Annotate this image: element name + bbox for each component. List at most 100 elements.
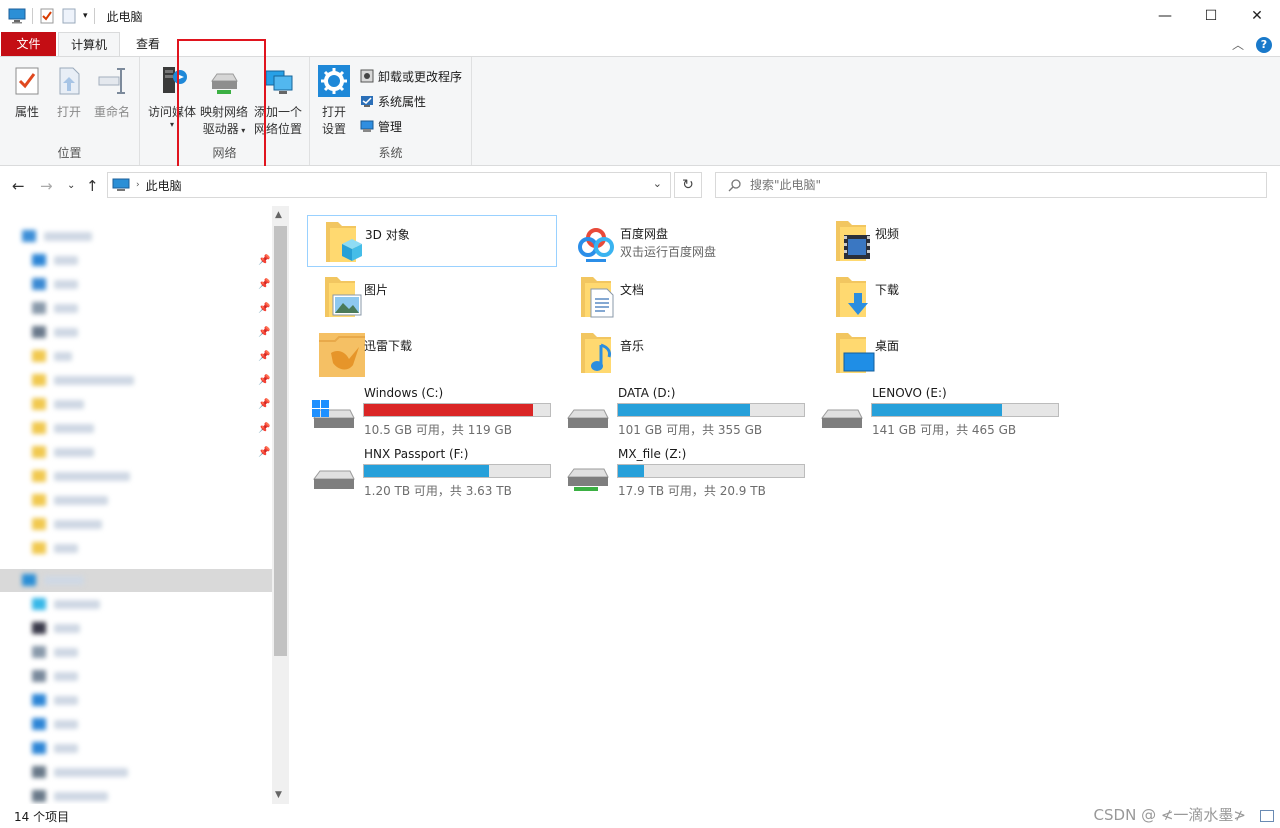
- nav-item[interactable]: [32, 441, 94, 463]
- nav-item[interactable]: [32, 537, 78, 559]
- content-area: 3D 对象 百度网盘 双击运行百度网盘 视频 图片 文档 下载 迅雷下载 音乐 …: [300, 206, 1280, 804]
- folder-desktop[interactable]: 桌面: [818, 327, 1068, 379]
- search-box[interactable]: [715, 172, 1267, 198]
- nav-item[interactable]: [32, 393, 84, 415]
- back-arrow-icon[interactable]: ←: [12, 177, 25, 195]
- nav-item[interactable]: [32, 617, 80, 639]
- folder-documents[interactable]: 文档: [563, 271, 813, 323]
- access-media-button[interactable]: 访问媒体 ▾: [144, 65, 200, 129]
- drive-usage-fill: [618, 404, 751, 416]
- group-location: 属性 打开 重命名 位置: [0, 57, 140, 165]
- search-icon: [728, 179, 741, 192]
- maximize-button[interactable]: ☐: [1188, 0, 1234, 31]
- new-folder-quick-icon[interactable]: [61, 8, 77, 24]
- close-button[interactable]: ✕: [1234, 0, 1280, 31]
- group-label-network: 网络: [212, 146, 237, 160]
- nav-item[interactable]: [32, 345, 72, 367]
- folder-downloads[interactable]: 下载: [818, 271, 1068, 323]
- nav-item[interactable]: [32, 665, 78, 687]
- nav-item[interactable]: [32, 713, 78, 735]
- help-icon[interactable]: ?: [1256, 36, 1272, 53]
- refresh-button[interactable]: ↻: [674, 172, 702, 198]
- drive-usage-fill: [618, 465, 645, 477]
- details-view-icon[interactable]: [1260, 810, 1274, 822]
- scroll-up-icon[interactable]: ▲: [275, 210, 282, 220]
- minimize-button[interactable]: —: [1142, 0, 1188, 31]
- pin-icon[interactable]: 📌: [258, 447, 270, 458]
- tab-file[interactable]: 文件: [1, 32, 56, 57]
- customize-quick-access-icon[interactable]: ▾: [83, 11, 88, 21]
- nav-item[interactable]: [32, 273, 78, 295]
- pin-icon[interactable]: 📌: [258, 351, 270, 362]
- system-properties-button[interactable]: 系统属性: [360, 92, 426, 110]
- nav-item[interactable]: [32, 761, 128, 783]
- nav-item[interactable]: [32, 417, 94, 439]
- drive-usage-bar: [617, 403, 805, 417]
- map-network-drive-button[interactable]: 映射网络 驱动器 ▾: [198, 65, 250, 139]
- nav-item[interactable]: [32, 465, 130, 487]
- nav-item[interactable]: [32, 785, 108, 804]
- ribbon-tabs: 文件 计算机 查看 ︿ ?: [0, 31, 1280, 58]
- breadcrumb[interactable]: 此电脑: [146, 177, 182, 194]
- pin-icon[interactable]: 📌: [258, 423, 270, 434]
- drive-z[interactable]: MX_file (Z:) 17.9 TB 可用，共 20.9 TB: [554, 447, 805, 503]
- drive-c[interactable]: Windows (C:) 10.5 GB 可用，共 119 GB: [300, 386, 551, 442]
- drive-d[interactable]: DATA (D:) 101 GB 可用，共 355 GB: [554, 386, 805, 442]
- music-folder-icon: [581, 333, 611, 373]
- folder-3d-objects[interactable]: 3D 对象: [307, 215, 557, 267]
- folder-thunder-downloads[interactable]: 迅雷下载: [307, 327, 557, 379]
- up-arrow-icon[interactable]: ↑: [86, 177, 99, 195]
- nav-item[interactable]: [32, 321, 78, 343]
- nav-item[interactable]: [32, 593, 100, 615]
- open-button[interactable]: 打开: [52, 65, 86, 121]
- nav-item[interactable]: [22, 225, 92, 247]
- nav-item[interactable]: [32, 489, 108, 511]
- nav-item[interactable]: [32, 369, 134, 391]
- scroll-down-icon[interactable]: ▼: [275, 790, 282, 800]
- recent-locations-icon[interactable]: ⌄: [67, 180, 75, 191]
- scroll-thumb[interactable]: [274, 226, 287, 656]
- rename-button[interactable]: 重命名: [90, 65, 134, 121]
- pin-icon[interactable]: 📌: [258, 255, 270, 266]
- manage-button[interactable]: 管理: [360, 117, 402, 135]
- properties-quick-icon[interactable]: [39, 8, 55, 24]
- nav-item[interactable]: [32, 689, 78, 711]
- nav-item[interactable]: [32, 249, 78, 271]
- tab-computer[interactable]: 计算机: [58, 32, 120, 58]
- nav-item-this-pc[interactable]: [22, 569, 84, 591]
- nav-item[interactable]: [32, 513, 102, 535]
- drive-e[interactable]: LENOVO (E:) 141 GB 可用，共 465 GB: [808, 386, 1059, 442]
- search-input[interactable]: [750, 178, 1250, 192]
- add-network-location-button[interactable]: 添加一个 网络位置: [250, 65, 306, 138]
- folder-videos[interactable]: 视频: [818, 215, 1068, 267]
- folder-pictures[interactable]: 图片: [307, 271, 557, 323]
- group-label-location: 位置: [57, 146, 82, 160]
- collapse-ribbon-icon[interactable]: ︿: [1232, 36, 1244, 53]
- pin-icon[interactable]: 📌: [258, 375, 270, 386]
- open-settings-button[interactable]: 打开 设置: [316, 65, 352, 138]
- group-network: 访问媒体 ▾ 映射网络 驱动器 ▾ 添加一个 网络位置 网络: [140, 57, 310, 165]
- pin-icon[interactable]: 📌: [258, 399, 270, 410]
- tab-view[interactable]: 查看: [124, 32, 172, 57]
- forward-arrow-icon[interactable]: →: [40, 177, 53, 195]
- drive-usage-fill: [364, 465, 489, 477]
- pin-icon[interactable]: 📌: [258, 327, 270, 338]
- address-bar[interactable]: › 此电脑 ⌄: [107, 172, 671, 198]
- properties-button[interactable]: 属性: [10, 65, 44, 121]
- chevron-down-icon[interactable]: ⌄: [653, 177, 662, 190]
- computer-management-icon: [360, 120, 374, 132]
- dropdown-arrow-icon: ▾: [169, 120, 174, 129]
- group-label-system: 系统: [378, 146, 403, 160]
- nav-item[interactable]: [32, 737, 78, 759]
- folder-music[interactable]: 音乐: [563, 327, 813, 379]
- drive-f[interactable]: HNX Passport (F:) 1.20 TB 可用，共 3.63 TB: [300, 447, 551, 503]
- uninstall-programs-button[interactable]: 卸载或更改程序: [360, 67, 462, 85]
- item-count: 14 个项目: [14, 810, 70, 824]
- separator: [32, 8, 33, 24]
- nav-scrollbar[interactable]: ▲ ▼: [272, 206, 289, 804]
- folder-baidu-netdisk[interactable]: 百度网盘 双击运行百度网盘: [563, 215, 813, 267]
- nav-item[interactable]: [32, 641, 78, 663]
- pin-icon[interactable]: 📌: [258, 279, 270, 290]
- pin-icon[interactable]: 📌: [258, 303, 270, 314]
- nav-item[interactable]: [32, 297, 78, 319]
